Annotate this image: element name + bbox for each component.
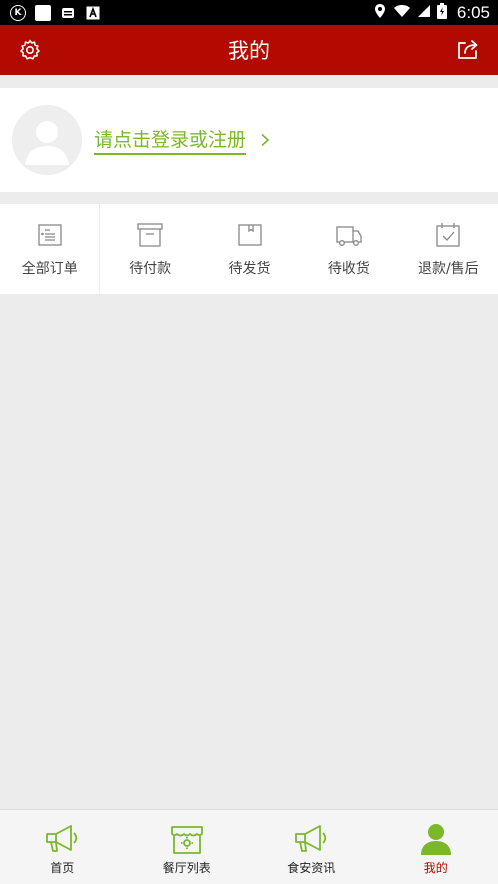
nav-food-safety-news[interactable]: 食安资讯 bbox=[249, 810, 374, 884]
order-pending-ship-button[interactable]: 待发货 bbox=[200, 204, 299, 294]
share-button[interactable] bbox=[456, 38, 480, 62]
signal-icon bbox=[417, 3, 431, 22]
chevron-right-icon bbox=[261, 133, 270, 147]
login-register-link[interactable]: 请点击登录或注册 bbox=[94, 125, 247, 155]
restaurant-icon bbox=[170, 826, 203, 854]
order-shortcuts: 全部订单 待付款 待发货 待收货 退款/售后 bbox=[0, 204, 498, 294]
status-bar: K 6:05 bbox=[0, 0, 498, 25]
settings-button[interactable] bbox=[18, 38, 42, 62]
order-label: 全部订单 bbox=[21, 261, 78, 277]
bottom-nav: 首页 餐厅列表 食安资讯 我的 bbox=[0, 809, 498, 884]
wallet-box-icon bbox=[137, 223, 163, 247]
a-app-icon bbox=[85, 5, 101, 21]
app-header: 我的 bbox=[0, 25, 498, 75]
login-card[interactable]: 请点击登录或注册 bbox=[0, 88, 498, 192]
nav-restaurants[interactable]: 餐厅列表 bbox=[125, 810, 250, 884]
order-pending-receipt-button[interactable]: 待收货 bbox=[299, 204, 398, 294]
megaphone-icon bbox=[295, 825, 327, 852]
nav-label: 首页 bbox=[50, 861, 75, 875]
nav-mine[interactable]: 我的 bbox=[374, 810, 498, 884]
k-app-icon: K bbox=[10, 4, 26, 21]
megaphone-icon bbox=[46, 825, 78, 852]
order-label: 待付款 bbox=[129, 261, 172, 277]
location-icon bbox=[373, 3, 387, 23]
order-label: 退款/售后 bbox=[417, 261, 479, 277]
page-title: 我的 bbox=[228, 39, 270, 63]
person-icon bbox=[420, 824, 451, 855]
calendar-check-icon bbox=[436, 223, 460, 247]
order-refund-button[interactable]: 退款/售后 bbox=[399, 204, 498, 294]
wifi-icon bbox=[393, 3, 411, 22]
notification-icon bbox=[60, 5, 76, 21]
order-label: 待发货 bbox=[228, 261, 271, 277]
status-time: 6:05 bbox=[456, 2, 490, 22]
gear-icon bbox=[20, 39, 40, 60]
order-all-button[interactable]: 全部订单 bbox=[0, 204, 101, 294]
nav-home[interactable]: 首页 bbox=[0, 810, 125, 884]
package-icon bbox=[237, 224, 262, 246]
nav-label: 我的 bbox=[423, 861, 448, 875]
battery-icon bbox=[436, 2, 447, 23]
default-avatar-icon bbox=[12, 105, 82, 175]
blank-app-icon bbox=[35, 4, 51, 21]
nav-label: 餐厅列表 bbox=[162, 861, 211, 875]
order-pending-payment-button[interactable]: 待付款 bbox=[100, 204, 199, 294]
avatar[interactable] bbox=[12, 105, 82, 175]
truck-icon bbox=[336, 226, 362, 246]
order-list-icon bbox=[38, 224, 62, 246]
share-icon bbox=[458, 40, 478, 59]
order-label: 待收货 bbox=[327, 261, 370, 277]
nav-label: 食安资讯 bbox=[287, 861, 336, 875]
